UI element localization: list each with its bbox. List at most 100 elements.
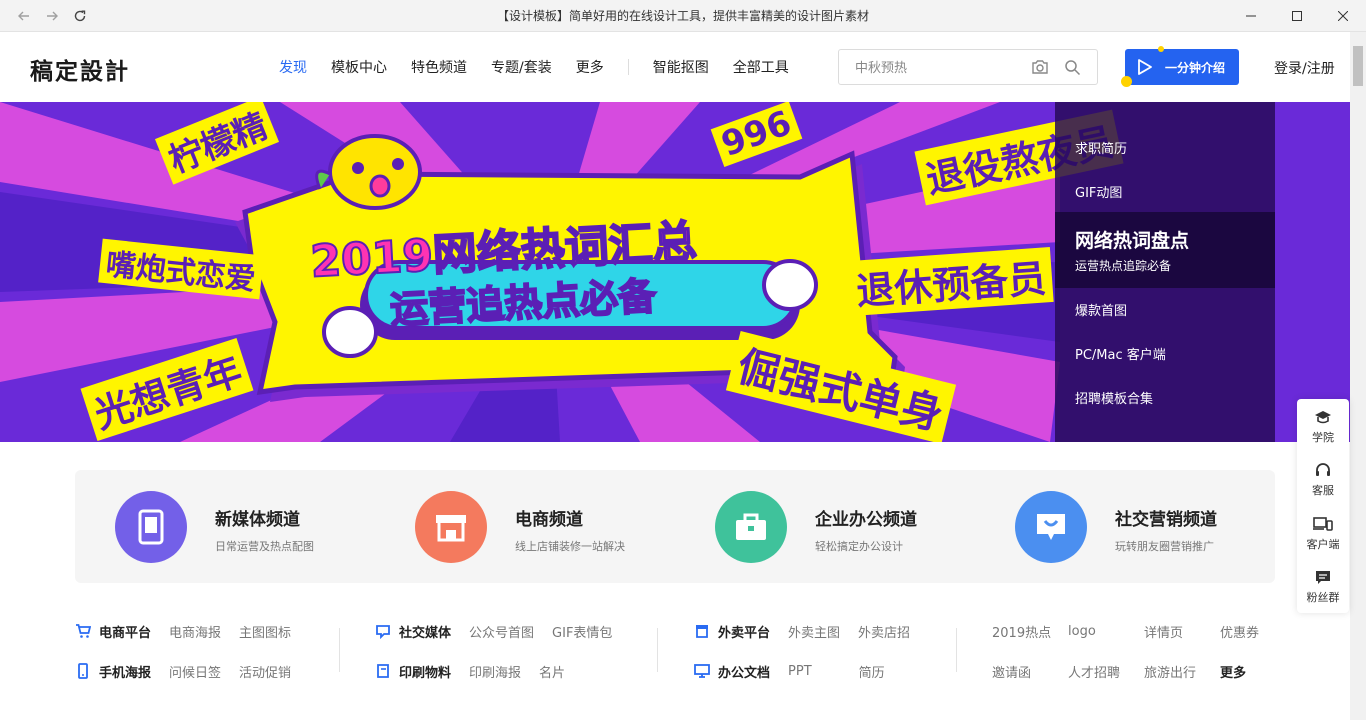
message-icon — [1314, 567, 1332, 587]
category-row: 手机海报 问候日签 活动促销 印刷物料 印刷海报 名片 办公文档 PPT 简历 … — [75, 651, 1275, 691]
category-group: 外卖平台 外卖主图 外卖店招 — [694, 611, 910, 651]
headset-icon — [1314, 460, 1332, 480]
category-link[interactable]: 公众号首图 — [469, 622, 534, 641]
site-logo[interactable]: 稿定設計 — [30, 52, 130, 86]
more-link[interactable]: 更多 — [1220, 662, 1296, 681]
forward-icon[interactable] — [38, 2, 66, 30]
column-divider — [956, 628, 957, 672]
side-item-recruit[interactable]: 招聘模板合集 — [1055, 375, 1275, 419]
category-head-label: 印刷物料 — [399, 665, 452, 681]
category-social[interactable]: 社交媒体 — [375, 622, 451, 641]
nav-discover[interactable]: 发现 — [279, 57, 307, 77]
float-tool-label: 粉丝群 — [1306, 590, 1340, 604]
login-link[interactable]: 登录/注册 — [1274, 58, 1335, 78]
category-group: 印刷物料 印刷海报 名片 — [375, 651, 565, 691]
site-header: 稿定設計 发现 模板中心 特色频道 专题/套装 更多 智能抠图 全部工具 一分钟… — [0, 32, 1350, 102]
category-link[interactable]: 主图图标 — [239, 622, 291, 641]
fan-group-button[interactable]: 粉丝群 — [1297, 559, 1349, 612]
category-ecommerce[interactable]: 电商平台 — [75, 622, 151, 641]
misc-link[interactable]: 详情页 — [1144, 622, 1220, 641]
category-link[interactable]: 名片 — [539, 662, 565, 681]
channel-title: 社交营销频道 — [1115, 510, 1217, 530]
category-head-label: 外卖平台 — [718, 625, 771, 641]
category-head-label: 电商平台 — [99, 625, 152, 641]
category-print[interactable]: 印刷物料 — [375, 662, 451, 681]
side-item-hotwords[interactable]: 网络热词盘点 运营热点追踪必备 — [1055, 212, 1275, 288]
channel-subtitle: 轻松搞定办公设计 — [815, 540, 903, 553]
side-item-hot-cover[interactable]: 爆款首图 — [1055, 287, 1275, 331]
channel-cards: 新媒体频道 日常运营及热点配图 电商频道 线上店铺装修一站解决 企业办公频道 轻… — [75, 470, 1275, 583]
misc-link[interactable]: 2019热点 — [992, 622, 1068, 641]
category-link[interactable]: GIF表情包 — [552, 622, 612, 641]
channel-office[interactable]: 企业办公频道 轻松搞定办公设计 — [675, 470, 975, 583]
search-input[interactable] — [839, 50, 1029, 84]
nav-all-tools[interactable]: 全部工具 — [733, 57, 789, 77]
float-tool-label: 客户端 — [1306, 537, 1340, 551]
category-link[interactable]: 外卖主图 — [788, 622, 840, 641]
banner-side-menu: 求职简历 GIF动图 网络热词盘点 运营热点追踪必备 爆款首图 PC/Mac 客… — [1055, 102, 1275, 442]
side-item-label: GIF动图 — [1075, 185, 1123, 201]
category-head-label: 手机海报 — [99, 665, 152, 681]
channel-title: 新媒体频道 — [215, 510, 300, 530]
category-link[interactable]: PPT — [788, 664, 812, 679]
back-icon[interactable] — [10, 2, 38, 30]
nav-more[interactable]: 更多 — [576, 57, 604, 77]
side-item-resume[interactable]: 求职简历 — [1055, 125, 1275, 169]
category-link[interactable]: 电商海报 — [169, 622, 221, 641]
customer-service-button[interactable]: 客服 — [1297, 452, 1349, 505]
intro-button-label: 一分钟介绍 — [1165, 60, 1226, 75]
category-link[interactable]: 印刷海报 — [469, 662, 521, 681]
column-divider — [339, 628, 340, 672]
channel-ecommerce[interactable]: 电商频道 线上店铺装修一站解决 — [375, 470, 675, 583]
minimize-button[interactable] — [1228, 0, 1274, 32]
category-link[interactable]: 问候日签 — [169, 662, 221, 681]
side-item-label: 招聘模板合集 — [1075, 391, 1154, 407]
channel-social[interactable]: 社交营销频道 玩转朋友圈营销推广 — [975, 470, 1275, 583]
channel-new-media[interactable]: 新媒体频道 日常运营及热点配图 — [75, 470, 375, 583]
camera-icon[interactable] — [1031, 59, 1049, 75]
misc-link[interactable]: 邀请函 — [992, 662, 1068, 681]
client-download-button[interactable]: 客户端 — [1297, 506, 1349, 559]
shop-icon — [415, 491, 487, 563]
column-divider — [657, 628, 658, 672]
nav-channels[interactable]: 特色频道 — [411, 57, 467, 77]
side-item-label: PC/Mac 客户端 — [1075, 347, 1166, 363]
side-item-sublabel: 运营热点追踪必备 — [1075, 259, 1172, 273]
float-tool-label: 学院 — [1312, 430, 1334, 444]
side-item-client[interactable]: PC/Mac 客户端 — [1055, 331, 1275, 375]
store-icon — [694, 623, 710, 639]
nav-templates[interactable]: 模板中心 — [331, 57, 387, 77]
social-chat-icon — [375, 623, 391, 639]
misc-link[interactable]: 旅游出行 — [1144, 662, 1220, 681]
decor-dot — [1121, 76, 1132, 87]
category-office-docs[interactable]: 办公文档 — [694, 662, 770, 681]
search-box — [838, 49, 1098, 85]
page-scrollbar[interactable] — [1350, 32, 1366, 720]
close-button[interactable] — [1320, 0, 1366, 32]
side-item-label: 爆款首图 — [1075, 303, 1128, 319]
maximize-button[interactable] — [1274, 0, 1320, 32]
briefcase-icon — [715, 491, 787, 563]
float-tool-label: 客服 — [1312, 483, 1334, 497]
intro-video-button[interactable]: 一分钟介绍 — [1121, 46, 1239, 87]
category-group: 电商平台 电商海报 主图图标 — [75, 611, 291, 651]
category-link[interactable]: 外卖店招 — [858, 622, 910, 641]
category-links: 电商平台 电商海报 主图图标 社交媒体 公众号首图 GIF表情包 外卖平台 外卖… — [75, 600, 1275, 700]
browser-titlebar: 【设计模板】简单好用的在线设计工具，提供丰富精美的设计图片素材 — [0, 0, 1366, 32]
reload-icon[interactable] — [66, 2, 94, 30]
category-link[interactable]: 活动促销 — [239, 662, 291, 681]
misc-link[interactable]: logo — [1068, 624, 1144, 639]
chat-icon — [1015, 491, 1087, 563]
side-item-gif[interactable]: GIF动图 — [1055, 169, 1275, 213]
academy-button[interactable]: 学院 — [1297, 399, 1349, 452]
category-mobile-poster[interactable]: 手机海报 — [75, 662, 151, 681]
scrollbar-thumb[interactable] — [1353, 46, 1363, 86]
nav-topics[interactable]: 专题/套装 — [491, 57, 552, 77]
nav-smart-cutout[interactable]: 智能抠图 — [653, 57, 709, 77]
search-icon[interactable] — [1064, 59, 1081, 76]
tablet-icon — [115, 491, 187, 563]
category-takeaway[interactable]: 外卖平台 — [694, 622, 770, 641]
misc-link[interactable]: 优惠券 — [1220, 622, 1296, 641]
misc-link[interactable]: 人才招聘 — [1068, 662, 1144, 681]
category-link[interactable]: 简历 — [859, 662, 885, 681]
